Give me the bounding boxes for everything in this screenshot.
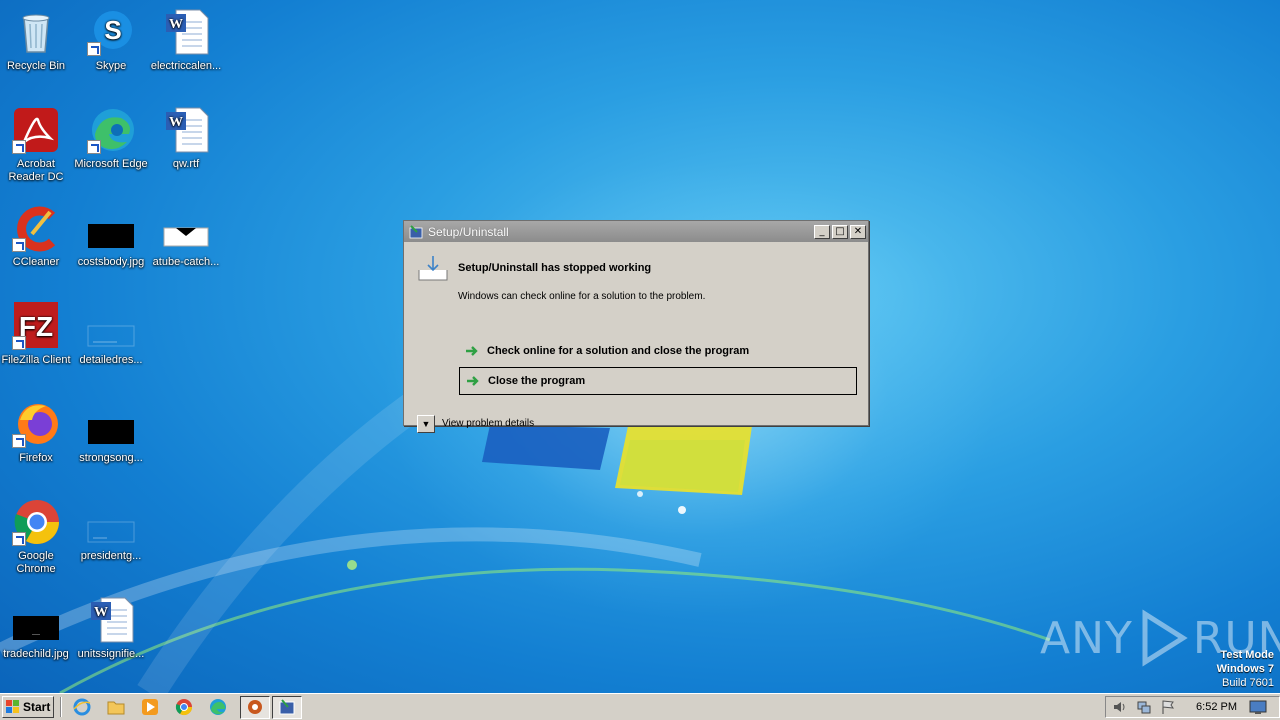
desktop-icon-acrobat[interactable]: Acrobat Reader DC [0, 106, 74, 184]
recycle-bin-icon [22, 14, 50, 53]
problem-report-icon [418, 256, 448, 281]
shortcut-arrow-icon [12, 140, 26, 154]
taskbar: Start 6:52 PM [0, 693, 1280, 720]
test-mode-line2: Windows 7 [1216, 663, 1274, 675]
network-icon[interactable] [1136, 699, 1152, 715]
taskbar-separator [60, 697, 62, 717]
desktop-icon-unitssignifie[interactable]: W unitssignifie... [73, 596, 149, 661]
image-file-icon [163, 227, 209, 247]
desktop-icon-filezilla[interactable]: FZ FileZilla Client [0, 302, 74, 367]
action-center-flag-icon[interactable] [1160, 699, 1176, 715]
desktop-icon-detailedres[interactable]: detailedres... [73, 302, 149, 367]
quicklaunch-explorer[interactable] [104, 696, 128, 718]
close-program-label: Close the program [488, 375, 586, 387]
image-file-icon [88, 224, 134, 248]
setup-uninstall-error-dialog: Setup/Uninstall _ □ ✕ Setup/Uninstall ha… [403, 220, 869, 433]
image-file-icon [13, 616, 59, 640]
internet-explorer-icon [73, 698, 91, 716]
media-player-icon [142, 699, 158, 715]
close-button[interactable]: ✕ [850, 224, 866, 239]
task-app-icon [248, 700, 262, 714]
check-online-option[interactable]: Check online for a solution and close th… [459, 337, 857, 365]
close-program-option[interactable]: Close the program [459, 367, 857, 395]
svg-text:S: S [104, 15, 121, 45]
watermark-left-text: ANY [1040, 612, 1133, 664]
word-document-icon: W [91, 597, 134, 643]
start-button[interactable]: Start [2, 696, 54, 718]
windows-flag-icon [6, 700, 19, 713]
desktop-icon-costsbody[interactable]: costsbody.jpg [73, 204, 149, 269]
image-file-icon [87, 521, 135, 543]
volume-icon[interactable] [1112, 699, 1128, 715]
show-desktop-icon[interactable] [1249, 699, 1267, 715]
setup-app-icon [409, 224, 423, 238]
desktop-icon-firefox[interactable]: Firefox [0, 400, 74, 465]
dialog-title: Setup/Uninstall [428, 224, 509, 239]
shortcut-arrow-icon [87, 140, 101, 154]
desktop-icon-strongsong[interactable]: strongsong... [73, 400, 149, 465]
test-mode-line3: Build 7601 [1222, 677, 1274, 689]
taskbar-clock[interactable]: 6:52 PM [1196, 701, 1237, 713]
shortcut-arrow-icon [87, 42, 101, 56]
image-file-icon [87, 325, 135, 347]
view-details-link[interactable]: View problem details [442, 418, 534, 429]
desktop-icon-presidentg[interactable]: presidentg... [73, 498, 149, 563]
svg-text:W: W [169, 115, 183, 130]
desktop-icon-atube-catch[interactable]: atube-catch... [148, 204, 224, 269]
chrome-icon [175, 699, 193, 716]
shortcut-arrow-icon [12, 434, 26, 448]
shortcut-arrow-icon [12, 238, 26, 252]
notification-area: 6:52 PM [1105, 696, 1280, 718]
green-arrow-icon [466, 346, 478, 356]
folder-icon [107, 701, 125, 715]
desktop-icon-qw-rtf[interactable]: W qw.rtf [148, 106, 224, 171]
word-document-icon: W [166, 9, 209, 55]
desktop-icon-tradechild[interactable]: tradechild.jpg [0, 596, 74, 661]
dialog-titlebar[interactable]: Setup/Uninstall _ □ ✕ [404, 221, 868, 242]
desktop-icon-ccleaner[interactable]: CCleaner [0, 204, 74, 269]
desktop-icon-recycle-bin[interactable]: Recycle Bin [0, 8, 74, 73]
desktop-icon-electriccalen[interactable]: W electriccalen... [148, 8, 224, 73]
start-label: Start [23, 700, 51, 714]
desktop-icon-edge[interactable]: Microsoft Edge [73, 106, 149, 171]
taskbar-task-ccleaner[interactable] [240, 695, 270, 719]
quicklaunch-media[interactable] [138, 696, 162, 718]
edge-icon [210, 699, 226, 715]
word-document-icon: W [166, 107, 209, 153]
quicklaunch-ie[interactable] [70, 696, 94, 718]
test-mode-line1: Test Mode [1220, 649, 1274, 661]
quicklaunch-edge[interactable] [206, 696, 230, 718]
maximize-button[interactable]: □ [832, 224, 848, 239]
dialog-heading: Setup/Uninstall has stopped working [458, 262, 652, 274]
taskbar-task-setup[interactable] [272, 695, 302, 719]
minimize-button[interactable]: _ [814, 224, 830, 239]
system-tray: 6:52 PM [1105, 696, 1280, 718]
dialog-subtext: Windows can check online for a solution … [458, 291, 706, 302]
image-file-icon [88, 420, 134, 444]
green-arrow-icon [467, 376, 479, 386]
desktop-icon-skype[interactable]: S Skype [73, 8, 149, 73]
quicklaunch-chrome[interactable] [172, 696, 196, 718]
check-online-label: Check online for a solution and close th… [487, 345, 750, 357]
svg-text:W: W [94, 605, 108, 620]
desktop-icon-chrome[interactable]: Google Chrome [0, 498, 74, 576]
play-logo-icon [1142, 609, 1188, 667]
svg-text:W: W [169, 17, 183, 32]
view-details-toggle-button[interactable]: ▼ [417, 415, 435, 433]
setup-app-icon [279, 699, 295, 715]
dialog-body: Setup/Uninstall has stopped working Wind… [404, 242, 868, 433]
shortcut-arrow-icon [12, 532, 26, 546]
test-mode-notice: Test Mode Windows 7 Build 7601 [1217, 648, 1274, 690]
shortcut-arrow-icon [12, 336, 26, 350]
